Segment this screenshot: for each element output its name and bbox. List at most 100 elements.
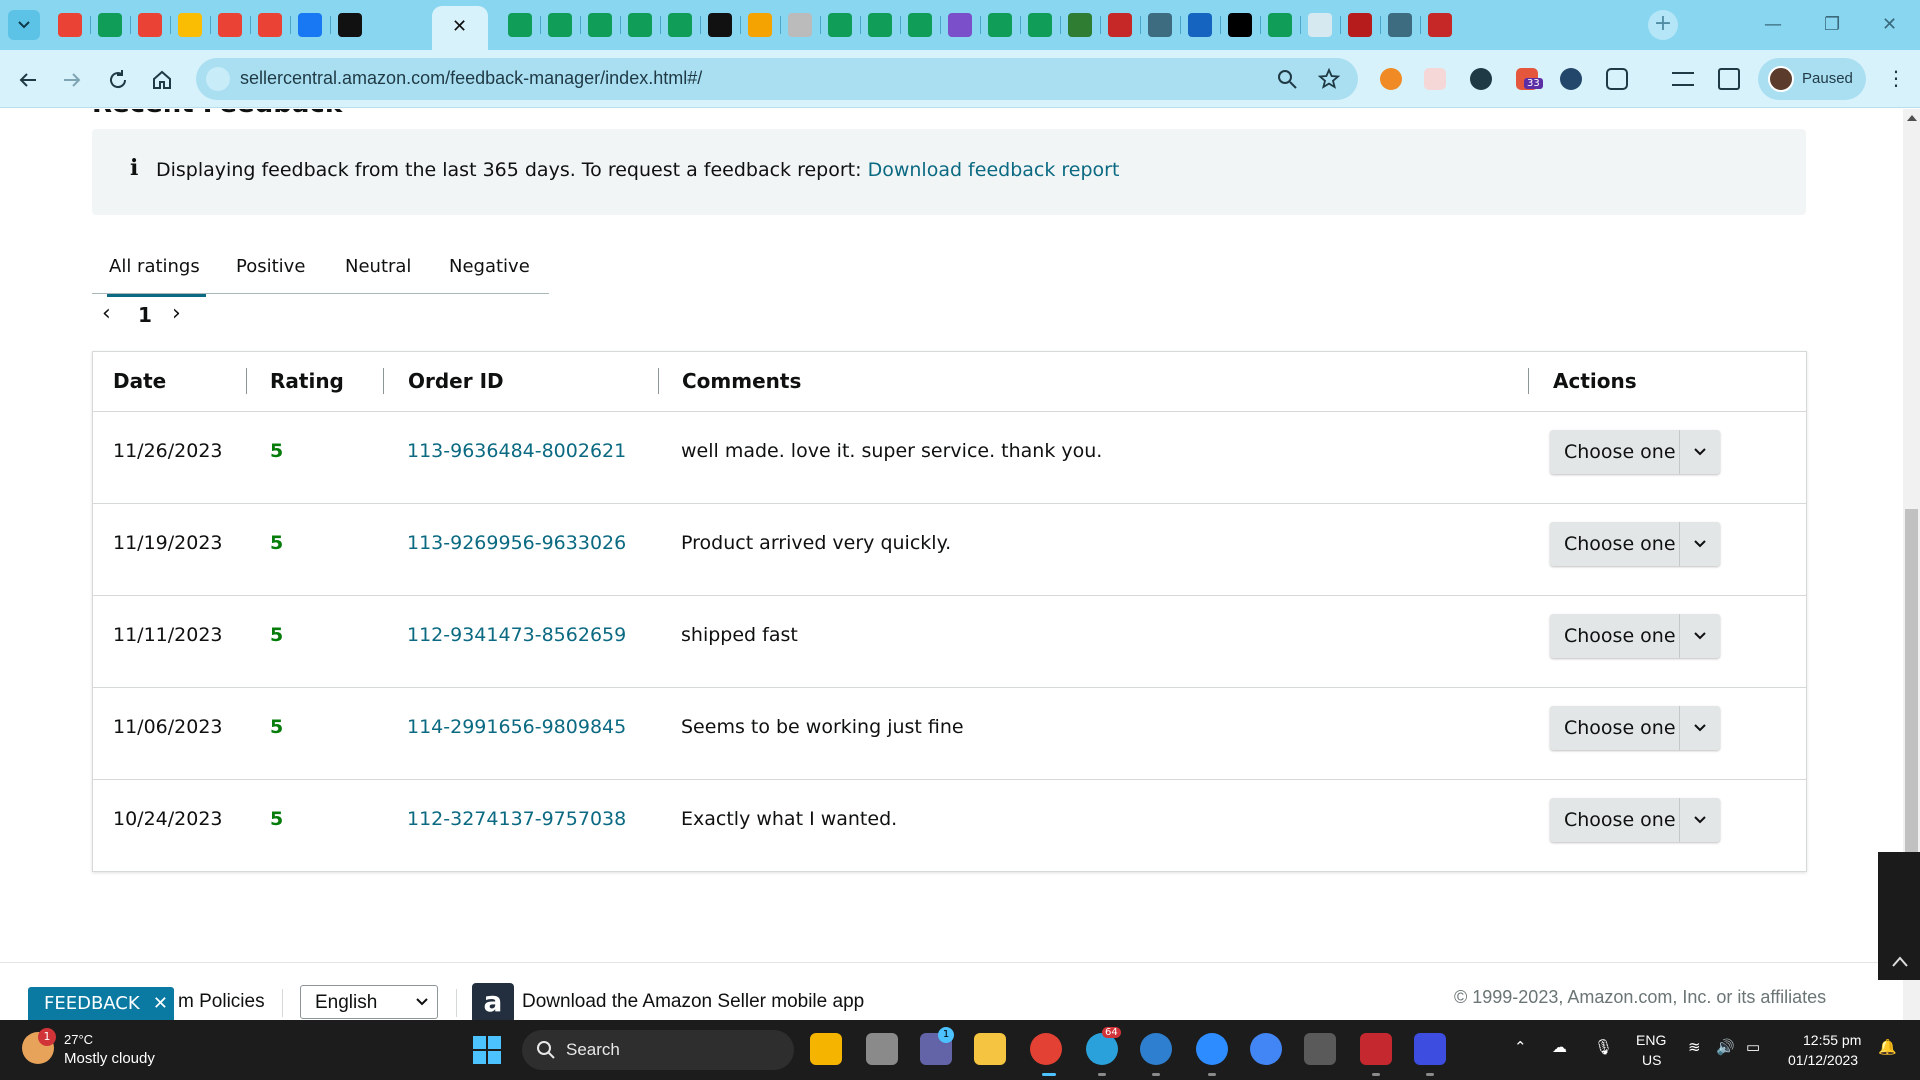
tab-all-ratings[interactable]: All ratings	[107, 256, 206, 297]
edge-icon[interactable]	[1140, 1033, 1172, 1065]
menu-kebab-icon[interactable]: ⋮	[1886, 66, 1906, 90]
battery-icon[interactable]: ▭	[1746, 1038, 1760, 1056]
url-text[interactable]: sellercentral.amazon.com/feedback-manage…	[240, 68, 702, 89]
row-action-dropdown[interactable]: Choose one	[1550, 614, 1720, 658]
extension-firefox-icon[interactable]	[1380, 68, 1402, 90]
sheets-icon[interactable]	[828, 13, 852, 37]
input-region[interactable]: US	[1642, 1052, 1661, 1068]
side-panel-icon[interactable]	[1718, 68, 1740, 90]
grey-icon[interactable]	[788, 13, 812, 37]
maps-icon[interactable]	[1250, 1033, 1282, 1065]
extension-support-icon[interactable]	[1470, 68, 1492, 90]
extension-grid-icon[interactable]	[1560, 68, 1582, 90]
back-icon[interactable]	[16, 68, 40, 92]
sheets-icon[interactable]	[588, 13, 612, 37]
row-order-id-link[interactable]: 112-9341473-8562659	[407, 624, 626, 646]
app-download-link[interactable]: Download the Amazon Seller mobile app	[522, 991, 864, 1013]
sheets-icon[interactable]	[988, 13, 1012, 37]
badge-icon[interactable]	[1348, 13, 1372, 37]
sheets-icon[interactable]	[98, 13, 122, 37]
clock-date[interactable]: 01/12/2023	[1788, 1052, 1858, 1068]
bookmark-star-icon[interactable]	[1318, 68, 1340, 90]
close-window-icon[interactable]: ✕	[1882, 14, 1897, 35]
extension-sales-icon[interactable]	[1424, 68, 1446, 90]
telegram-icon[interactable]: 64	[1086, 1027, 1121, 1065]
sheets-icon[interactable]	[1268, 13, 1292, 37]
reading-list-icon[interactable]	[1672, 72, 1694, 86]
taskbar-search[interactable]: Search	[522, 1030, 794, 1070]
extensions-puzzle-icon[interactable]	[1606, 68, 1628, 90]
vw-icon[interactable]	[1108, 13, 1132, 37]
tab-search-button[interactable]	[8, 10, 40, 40]
cloud-icon[interactable]	[1148, 13, 1172, 37]
vee-icon[interactable]	[1428, 13, 1452, 37]
zoom-app-icon[interactable]	[1196, 1033, 1228, 1065]
chevron-up-icon[interactable]	[1890, 952, 1910, 972]
sheets-icon[interactable]	[668, 13, 692, 37]
forward-icon[interactable]	[60, 68, 84, 92]
amazon-icon[interactable]	[338, 13, 362, 37]
row-order-id-link[interactable]: 113-9636484-8002621	[407, 440, 626, 462]
row-order-id-link[interactable]: 112-3274137-9757038	[407, 808, 626, 830]
home-icon[interactable]	[150, 68, 174, 92]
sheets-icon[interactable]	[1028, 13, 1052, 37]
zoom-icon[interactable]	[1276, 68, 1298, 90]
microphone-icon[interactable]: 🎙	[1594, 1038, 1613, 1056]
row-order-id-link[interactable]: 113-9269956-9633026	[407, 532, 626, 554]
sheets-icon[interactable]	[908, 13, 932, 37]
sysco-icon[interactable]	[1308, 13, 1332, 37]
prev-page-icon[interactable]: ‹	[102, 301, 111, 326]
calculator-icon[interactable]	[1304, 1033, 1336, 1065]
nc-icon[interactable]	[1228, 13, 1252, 37]
close-icon[interactable]: ✕	[153, 993, 168, 1014]
row-action-dropdown[interactable]: Choose one	[1550, 706, 1720, 750]
cloud-icon[interactable]	[1388, 13, 1412, 37]
pencil-icon[interactable]	[748, 13, 772, 37]
wifi-icon[interactable]: ≋	[1688, 1038, 1701, 1056]
wps-icon[interactable]	[1360, 1033, 1392, 1065]
tab-negative[interactable]: Negative	[449, 256, 530, 277]
file-explorer-icon[interactable]	[974, 1033, 1006, 1065]
drive-icon[interactable]	[178, 13, 202, 37]
gmail-icon[interactable]	[58, 13, 82, 37]
language-select[interactable]: English	[300, 985, 438, 1019]
feedback-button[interactable]: FEEDBACK ✕	[28, 987, 174, 1020]
app-icon[interactable]	[1414, 1033, 1446, 1065]
amazon-app-icon[interactable]: a	[472, 983, 514, 1020]
gmail-icon[interactable]	[258, 13, 282, 37]
windows-start-icon[interactable]	[472, 1035, 502, 1065]
onedrive-icon[interactable]: ☁	[1552, 1038, 1567, 1056]
profile-button[interactable]: Paused	[1758, 58, 1866, 100]
fish-icon[interactable]	[1188, 13, 1212, 37]
teams-icon[interactable]: 1	[920, 1027, 954, 1065]
minimize-icon[interactable]: —	[1764, 14, 1782, 35]
address-bar[interactable]: sellercentral.amazon.com/feedback-manage…	[196, 58, 1358, 100]
close-tab-icon[interactable]: ✕	[452, 16, 467, 37]
chat-icon[interactable]	[948, 13, 972, 37]
active-tab[interactable]: ✕	[432, 6, 488, 50]
program-policies-link[interactable]: m Policies	[178, 991, 265, 1013]
row-order-id-link[interactable]: 114-2991656-9809845	[407, 716, 626, 738]
sheets-icon[interactable]	[548, 13, 572, 37]
site-info-icon[interactable]	[206, 67, 230, 91]
copilot-icon[interactable]	[810, 1033, 842, 1065]
sheets-icon[interactable]	[628, 13, 652, 37]
notification-bell-icon[interactable]: 🔔	[1878, 1038, 1897, 1056]
sheets-icon[interactable]	[868, 13, 892, 37]
page-number[interactable]: 1	[138, 303, 152, 327]
circle-icon[interactable]	[708, 13, 732, 37]
download-report-link[interactable]: Download feedback report	[868, 159, 1120, 181]
row-action-dropdown[interactable]: Choose one	[1550, 430, 1720, 474]
reload-icon[interactable]	[106, 68, 130, 92]
row-action-dropdown[interactable]: Choose one	[1550, 798, 1720, 842]
new-tab-button[interactable]: +	[1648, 10, 1678, 40]
task-view-icon[interactable]	[866, 1033, 898, 1065]
chrome-icon[interactable]	[1030, 1033, 1062, 1065]
weather-widget[interactable]: 1 27°C Mostly cloudy	[22, 1028, 192, 1074]
restore-icon[interactable]: ❐	[1824, 14, 1840, 35]
tab-positive[interactable]: Positive	[236, 256, 305, 277]
scroll-up-icon[interactable]	[1907, 115, 1917, 121]
volume-icon[interactable]: 🔊	[1716, 1038, 1735, 1056]
gmail-icon[interactable]	[138, 13, 162, 37]
facebook-icon[interactable]	[298, 13, 322, 37]
